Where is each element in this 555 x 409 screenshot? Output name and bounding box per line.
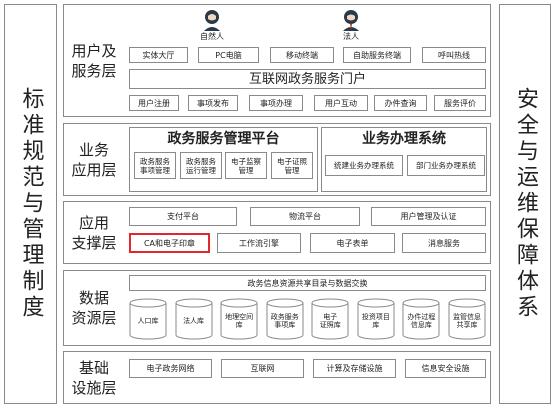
database-cylinder: 投资项目 库 (357, 298, 395, 340)
app-support-layer-name: 应用 支撑层 (71, 213, 117, 252)
legal-person-label: 法人 (343, 32, 359, 41)
database-label: 投资项目 库 (361, 313, 390, 329)
channel-box: PC电脑 (198, 47, 259, 63)
data-resource-layer-name: 数据 资源层 (71, 289, 117, 327)
service-box: 用户注册 (129, 95, 179, 111)
platform-item: 政务服务 事项管理 (134, 152, 176, 179)
support-box: 支付平台 (129, 207, 237, 226)
database-label: 人口库 (137, 317, 159, 325)
infra-box: 互联网 (221, 359, 304, 378)
business-handling-system-title: 业务办理系统 (362, 131, 446, 147)
database-cylinder: 人口库 (129, 298, 167, 340)
support-box: 工作流引擎 (217, 233, 301, 253)
left-panel: 标准规范与管理制度 (4, 4, 57, 404)
channel-box: 自助服务终端 (343, 47, 411, 63)
database-cylinder: 法人库 (175, 298, 213, 340)
infra-box: 电子政务网络 (129, 359, 212, 378)
ca-e-seal-highlighted-box: CA和电子印章 (129, 233, 210, 253)
service-box: 办件查询 (374, 95, 427, 111)
database-cylinder: 电子 证照库 (311, 298, 349, 340)
right-panel-label: 安全与运维保障体系 (513, 87, 538, 321)
internet-portal: 互联网政务服务门户 (129, 69, 486, 89)
service-box: 用户互动 (314, 95, 368, 111)
database-cylinder: 地理空间 库 (220, 298, 258, 340)
platform-item: 政务服务 运行管理 (180, 152, 222, 179)
system-item: 统建业务办理系统 (325, 155, 403, 176)
database-cylinder: 监管信息 共享库 (448, 298, 486, 340)
infra-box: 信息安全设施 (405, 359, 486, 378)
database-cylinder: 政务服务 事项库 (266, 298, 304, 340)
database-cylinder: 办件过程 信息库 (402, 298, 440, 340)
platform-item: 电子监察 管理 (225, 152, 267, 179)
user-service-layer-name: 用户及 服务层 (71, 41, 117, 80)
natural-person-label: 自然人 (200, 32, 224, 41)
gov-service-platform-title: 政务服务管理平台 (167, 131, 280, 147)
channel-box: 呼叫热线 (422, 47, 486, 63)
database-label: 地理空间 库 (225, 313, 254, 329)
channel-box: 移动终端 (270, 47, 334, 63)
infrastructure-layer-name: 基础 设施层 (71, 358, 117, 397)
left-panel-label: 标准规范与管理制度 (18, 87, 44, 321)
database-label: 政务服务 事项库 (270, 313, 299, 329)
support-box: 用户管理及认证 (371, 207, 486, 226)
support-box: 消息服务 (402, 233, 486, 253)
database-label: 法人库 (183, 317, 205, 325)
database-label: 电子 证照库 (319, 313, 341, 329)
database-label: 监管信息 共享库 (453, 313, 481, 329)
system-item: 部门业务办理系统 (407, 155, 485, 176)
legal-person-icon: 法人 (333, 9, 369, 45)
support-box: 电子表单 (310, 233, 395, 253)
right-panel: 安全与运维保障体系 (499, 4, 551, 404)
service-box: 服务评价 (434, 95, 486, 111)
service-box: 事项办理 (249, 95, 303, 111)
data-exchange-bar: 政务信息资源共享目录与数据交换 (129, 275, 486, 291)
channel-box: 实体大厅 (129, 47, 188, 63)
platform-item: 电子证照 管理 (271, 152, 313, 179)
database-label: 办件过程 信息库 (407, 313, 436, 329)
support-box: 物流平台 (250, 207, 360, 226)
business-app-layer-name: 业务 应用层 (71, 140, 117, 179)
natural-person-icon: 自然人 (194, 9, 230, 45)
infra-box: 计算及存储设施 (313, 359, 396, 378)
service-box: 事项发布 (188, 95, 238, 111)
